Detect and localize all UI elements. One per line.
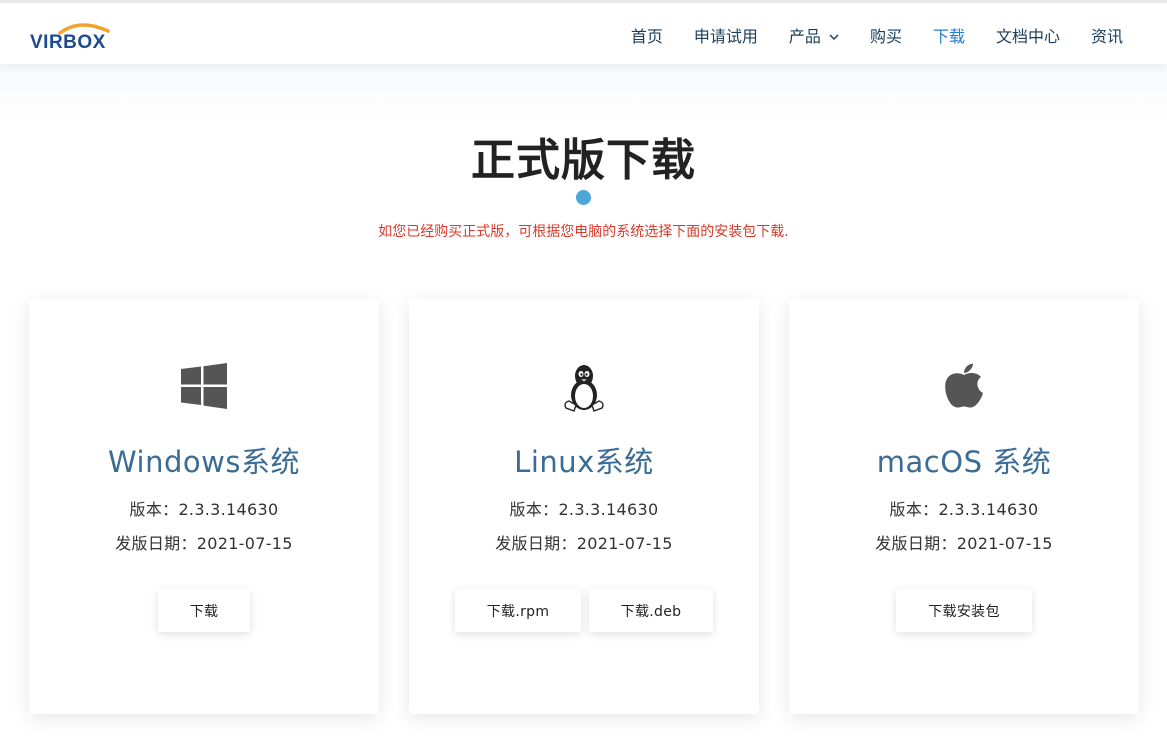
logo-mark: VIRBOX — [30, 23, 110, 52]
title-accent-dot — [576, 190, 591, 205]
main-nav: 首页 申请试用 产品 购买 下载 文档中心 资讯 — [600, 3, 1123, 67]
page-notice: 如您已经购买正式版，可根据您电脑的系统选择下面的安装包下载. — [378, 224, 789, 240]
nav-label: 购买 — [869, 27, 902, 46]
button-row: 下载.rpm 下载.deb — [409, 589, 759, 632]
apple-icon — [789, 363, 1139, 411]
top-header: VIRBOX 首页 申请试用 产品 购买 下载 文档中心 资讯 — [0, 0, 1167, 64]
download-rpm-button[interactable]: 下载.rpm — [455, 589, 581, 632]
download-button[interactable]: 下载 — [158, 589, 250, 632]
nav-label: 申请试用 — [693, 27, 758, 46]
card-title: Linux系统 — [514, 445, 654, 479]
nav-item-trial[interactable]: 申请试用 — [694, 23, 758, 47]
card-title: Windows系统 — [108, 445, 300, 479]
release-date-text: 发版日期：2021-07-15 — [115, 534, 293, 553]
nav-item-home[interactable]: 首页 — [631, 23, 663, 47]
release-date-text: 发版日期：2021-07-15 — [875, 534, 1053, 553]
version-text: 版本：2.3.3.14630 — [129, 500, 279, 519]
nav-item-news[interactable]: 资讯 — [1091, 23, 1123, 47]
nav-item-download[interactable]: 下载 — [933, 23, 965, 47]
version-text: 版本：2.3.3.14630 — [509, 500, 659, 519]
chevron-down-icon — [829, 26, 839, 45]
nav-label: 产品 — [788, 27, 821, 46]
logo-text: VIRBOX — [30, 32, 106, 52]
virbox-logo[interactable]: VIRBOX — [30, 20, 126, 52]
button-row: 下载安装包 — [789, 589, 1139, 632]
nav-label: 文档中心 — [995, 27, 1060, 46]
nav-item-products[interactable]: 产品 — [789, 23, 839, 47]
download-installer-button[interactable]: 下载安装包 — [896, 589, 1032, 632]
nav-label: 首页 — [630, 27, 663, 46]
nav-label: 下载 — [932, 27, 965, 46]
nav-item-docs[interactable]: 文档中心 — [996, 23, 1060, 47]
download-card-macos: macOS 系统 版本：2.3.3.14630 发版日期：2021-07-15 … — [789, 299, 1139, 714]
nav-label: 资讯 — [1090, 27, 1123, 46]
download-card-linux: Linux系统 版本：2.3.3.14630 发版日期：2021-07-15 下… — [409, 299, 759, 714]
page-title: 正式版下载 — [471, 135, 696, 186]
version-text: 版本：2.3.3.14630 — [889, 500, 1039, 519]
nav-item-buy[interactable]: 购买 — [870, 23, 902, 47]
release-date-text: 发版日期：2021-07-15 — [495, 534, 673, 553]
button-row: 下载 — [29, 589, 379, 632]
card-title: macOS 系统 — [876, 445, 1052, 479]
download-deb-button[interactable]: 下载.deb — [589, 589, 713, 632]
linux-tux-icon — [409, 363, 759, 412]
windows-icon — [29, 363, 379, 411]
download-card-windows: Windows系统 版本：2.3.3.14630 发版日期：2021-07-15… — [29, 299, 379, 714]
